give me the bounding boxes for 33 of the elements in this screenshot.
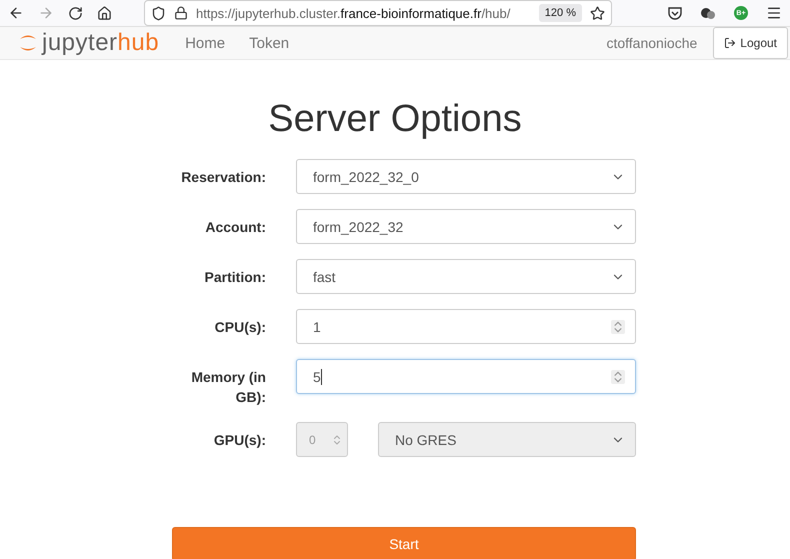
- star-icon[interactable]: [590, 6, 605, 20]
- url-text: https://jupyterhub.cluster.france-bioinformatique.fr/hub/: [196, 6, 512, 20]
- number-field[interactable]: 5: [296, 359, 636, 394]
- back-icon[interactable]: [8, 5, 24, 21]
- logout-button[interactable]: Logout: [713, 27, 788, 59]
- field-label: CPU(s):: [214, 318, 266, 337]
- page-title: Server Options: [267, 98, 523, 141]
- reload-icon[interactable]: [68, 6, 83, 20]
- text-cursor: [320, 368, 322, 384]
- home-icon[interactable]: [97, 6, 112, 20]
- lock-icon: [174, 6, 188, 20]
- field-label: Reservation:: [180, 168, 266, 187]
- menu-icon[interactable]: [766, 5, 782, 21]
- pocket-icon[interactable]: [668, 6, 682, 20]
- field-label: GPU(s):: [212, 431, 266, 450]
- select-field[interactable]: form_2022_32_0: [296, 159, 636, 194]
- logout-icon: [724, 37, 736, 49]
- number-field[interactable]: 1: [296, 309, 636, 344]
- zoom-level[interactable]: 120 %: [538, 4, 582, 22]
- nav-link[interactable]: Token: [237, 34, 302, 52]
- field-label: Account:: [204, 218, 266, 237]
- spinner-icon[interactable]: [611, 370, 625, 384]
- nav-link[interactable]: Home: [173, 34, 238, 52]
- spinner-icon[interactable]: [611, 320, 625, 334]
- field-label: Memory (in GB):: [190, 368, 266, 407]
- field-label: Partition:: [204, 268, 266, 287]
- select-field[interactable]: fast: [296, 259, 636, 294]
- extension-icon[interactable]: [700, 6, 716, 20]
- user-name: ctoffanonioche: [606, 35, 698, 51]
- select-field[interactable]: form_2022_32: [296, 209, 636, 244]
- brand-name[interactable]: jupyterhub: [42, 29, 160, 57]
- shield-icon: [151, 6, 166, 20]
- address-bar[interactable]: https://jupyterhub.cluster.france-bioinformatique.fr/hub/ 120 %: [144, 0, 612, 26]
